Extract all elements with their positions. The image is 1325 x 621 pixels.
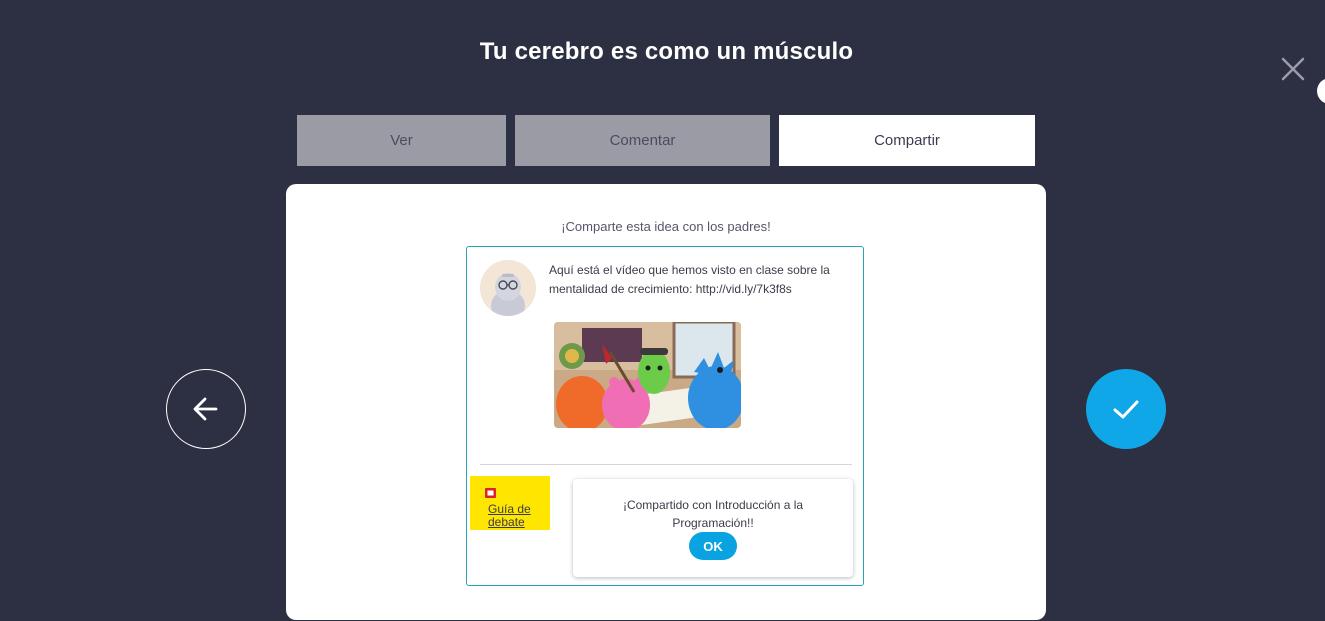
confirm-button[interactable] xyxy=(1086,369,1166,449)
close-button[interactable] xyxy=(1280,56,1306,82)
video-thumbnail[interactable] xyxy=(554,322,741,428)
arrow-left-icon xyxy=(193,397,218,421)
share-preview-card: Aquí está el vídeo que hemos visto en cl… xyxy=(466,246,864,586)
ok-button[interactable]: OK xyxy=(689,532,737,560)
video-thumbnail-image xyxy=(554,322,741,428)
back-button[interactable] xyxy=(166,369,246,449)
tab-comentar[interactable]: Comentar xyxy=(515,115,770,166)
avatar xyxy=(480,260,536,316)
discussion-guide[interactable]: Guía de debate xyxy=(470,476,550,530)
share-prompt: ¡Comparte esta idea con los padres! xyxy=(561,219,771,234)
close-icon xyxy=(1281,57,1305,81)
shared-confirmation-text: ¡Compartido con Introducción a la Progra… xyxy=(622,498,804,530)
tab-compartir[interactable]: Compartir xyxy=(779,115,1035,166)
discussion-guide-link[interactable]: Guía de debate xyxy=(488,503,548,529)
divider xyxy=(480,464,852,465)
page-title: Tu cerebro es como un músculo xyxy=(479,38,854,65)
tab-ver[interactable]: Ver xyxy=(297,115,506,166)
pdf-icon xyxy=(485,488,496,498)
edge-widget[interactable] xyxy=(1317,78,1325,104)
teacher-avatar-image xyxy=(480,260,536,316)
checkmark-icon xyxy=(1113,400,1139,419)
share-modal: Tu cerebro es como un músculo Ver Coment… xyxy=(0,0,1325,621)
share-panel: ¡Comparte esta idea con los padres! Aquí… xyxy=(286,184,1046,620)
shared-confirmation-dialog: ¡Compartido con Introducción a la Progra… xyxy=(573,479,853,577)
share-message: Aquí está el vídeo que hemos visto en cl… xyxy=(549,263,830,296)
